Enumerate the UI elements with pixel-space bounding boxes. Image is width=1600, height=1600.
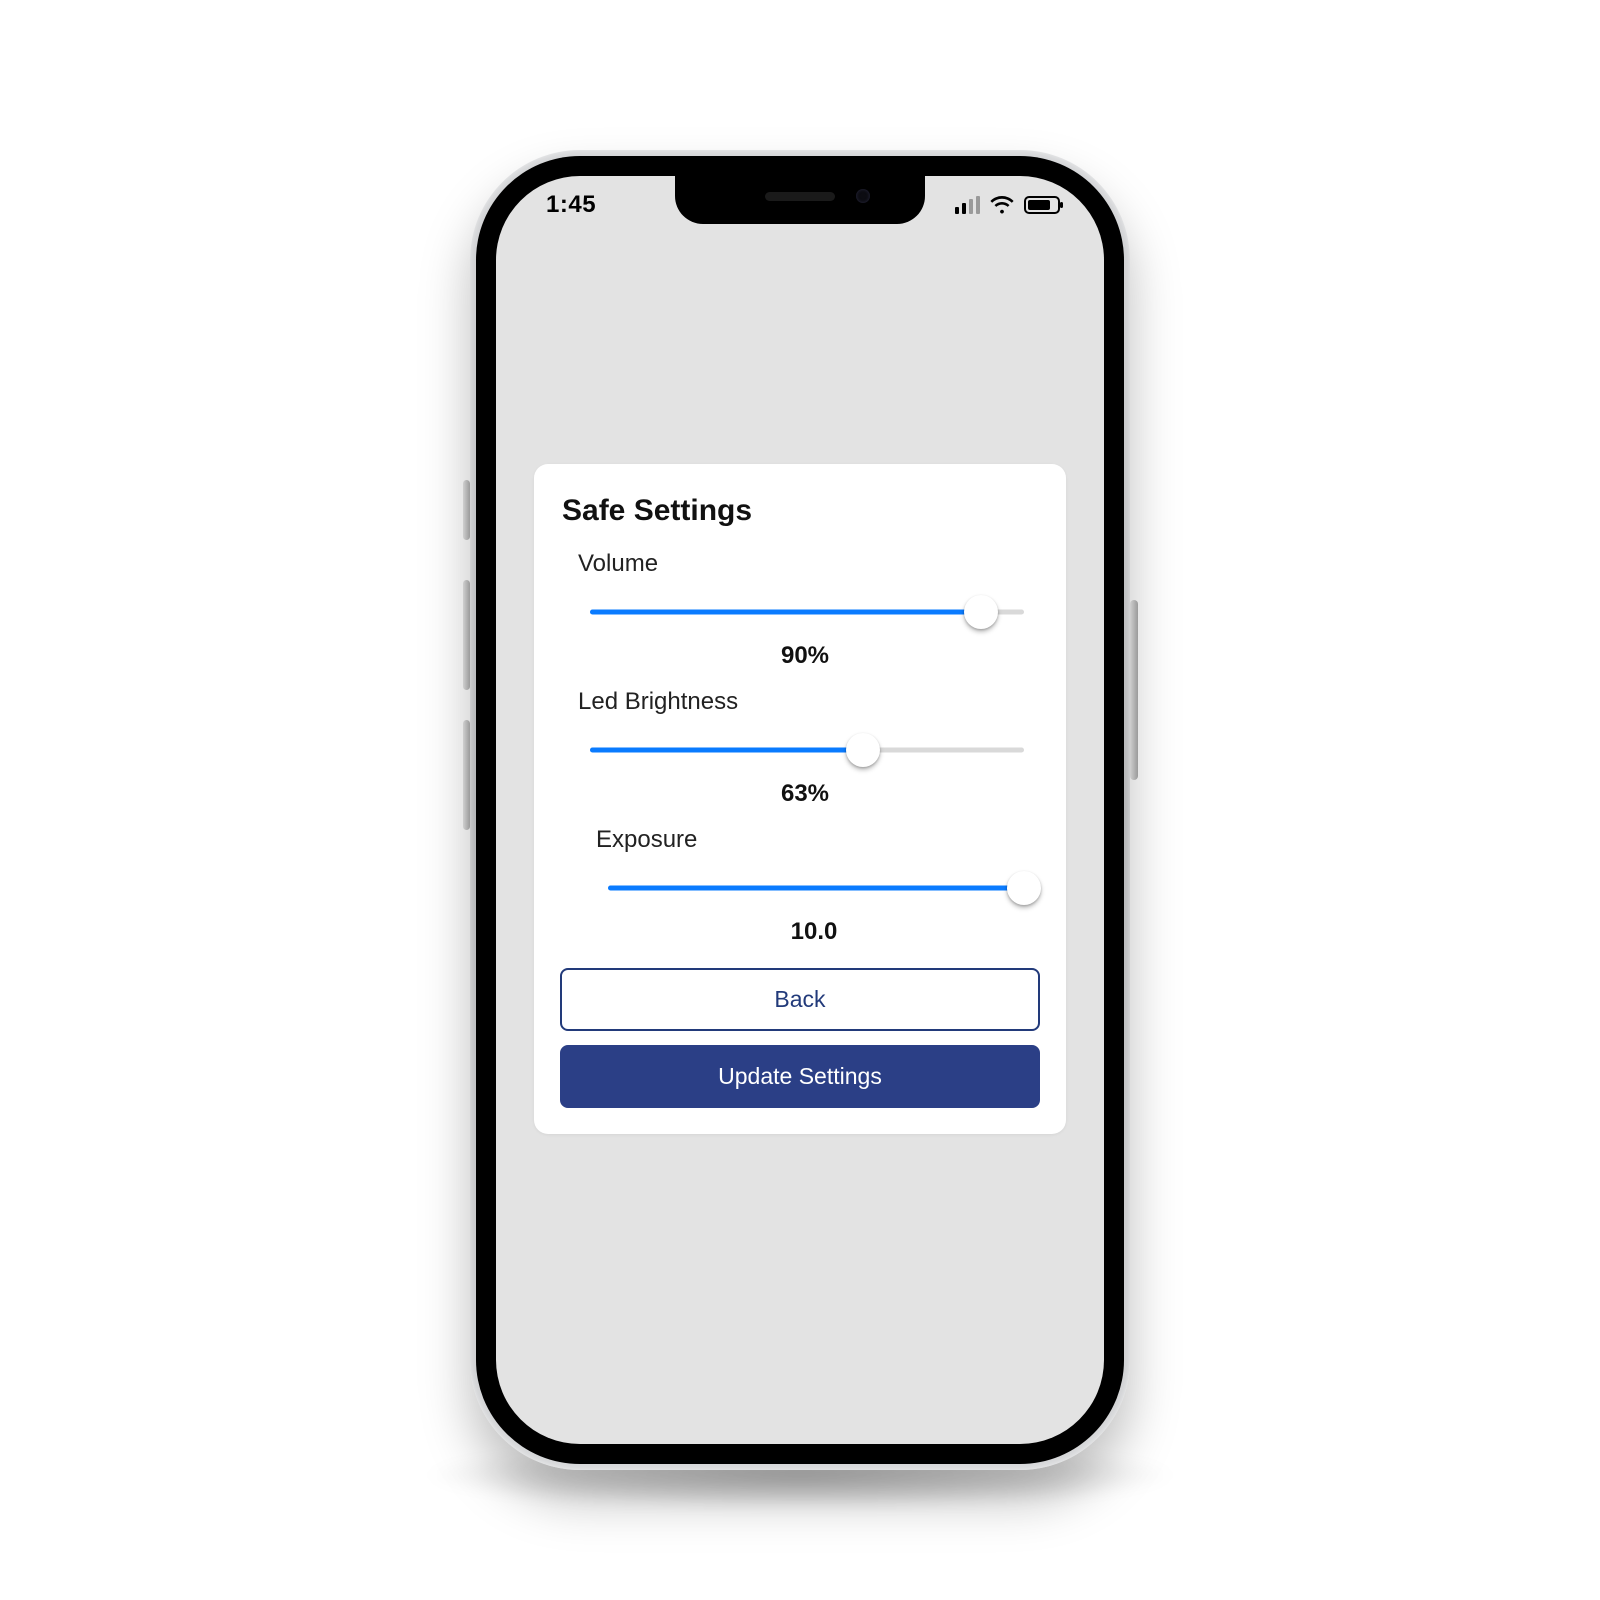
card-buttons: Back Update Settings bbox=[560, 968, 1040, 1108]
slider-thumb[interactable] bbox=[1007, 871, 1041, 905]
volume-slider[interactable] bbox=[590, 596, 1024, 628]
battery-icon bbox=[1024, 196, 1060, 214]
side-button-power bbox=[1130, 600, 1138, 780]
brightness-slider[interactable] bbox=[590, 734, 1024, 766]
setting-volume: Volume 90% bbox=[578, 550, 1032, 670]
stage: 1:45 bbox=[0, 0, 1600, 1600]
side-button-mute bbox=[463, 480, 470, 540]
side-button-vol-down bbox=[463, 720, 470, 830]
back-button[interactable]: Back bbox=[560, 968, 1040, 1031]
brightness-label: Led Brightness bbox=[578, 688, 1032, 716]
settings-card: Safe Settings Volume 90% Led Brightn bbox=[534, 464, 1066, 1134]
slider-fill bbox=[590, 610, 981, 615]
exposure-value: 10.0 bbox=[596, 918, 1032, 946]
exposure-label: Exposure bbox=[596, 826, 1032, 854]
status-time: 1:45 bbox=[536, 191, 596, 219]
slider-thumb[interactable] bbox=[964, 595, 998, 629]
screen: 1:45 bbox=[496, 176, 1104, 1444]
phone-bezel: 1:45 bbox=[476, 156, 1124, 1464]
wifi-icon bbox=[990, 196, 1014, 214]
volume-label: Volume bbox=[578, 550, 1032, 578]
side-button-vol-up bbox=[463, 580, 470, 690]
update-settings-button[interactable]: Update Settings bbox=[560, 1045, 1040, 1108]
speaker-grille bbox=[765, 192, 835, 201]
setting-exposure: Exposure 10.0 bbox=[596, 826, 1032, 946]
slider-fill bbox=[608, 886, 1024, 891]
slider-thumb[interactable] bbox=[846, 733, 880, 767]
slider-fill bbox=[590, 748, 863, 753]
notch bbox=[675, 176, 925, 224]
status-right bbox=[955, 196, 1064, 214]
battery-level bbox=[1028, 200, 1050, 210]
card-title: Safe Settings bbox=[562, 494, 1040, 528]
phone-frame: 1:45 bbox=[470, 150, 1130, 1470]
volume-value: 90% bbox=[578, 642, 1032, 670]
front-camera bbox=[856, 189, 870, 203]
cellular-signal-icon bbox=[955, 196, 980, 214]
exposure-slider[interactable] bbox=[608, 872, 1024, 904]
setting-brightness: Led Brightness 63% bbox=[578, 688, 1032, 808]
brightness-value: 63% bbox=[578, 780, 1032, 808]
